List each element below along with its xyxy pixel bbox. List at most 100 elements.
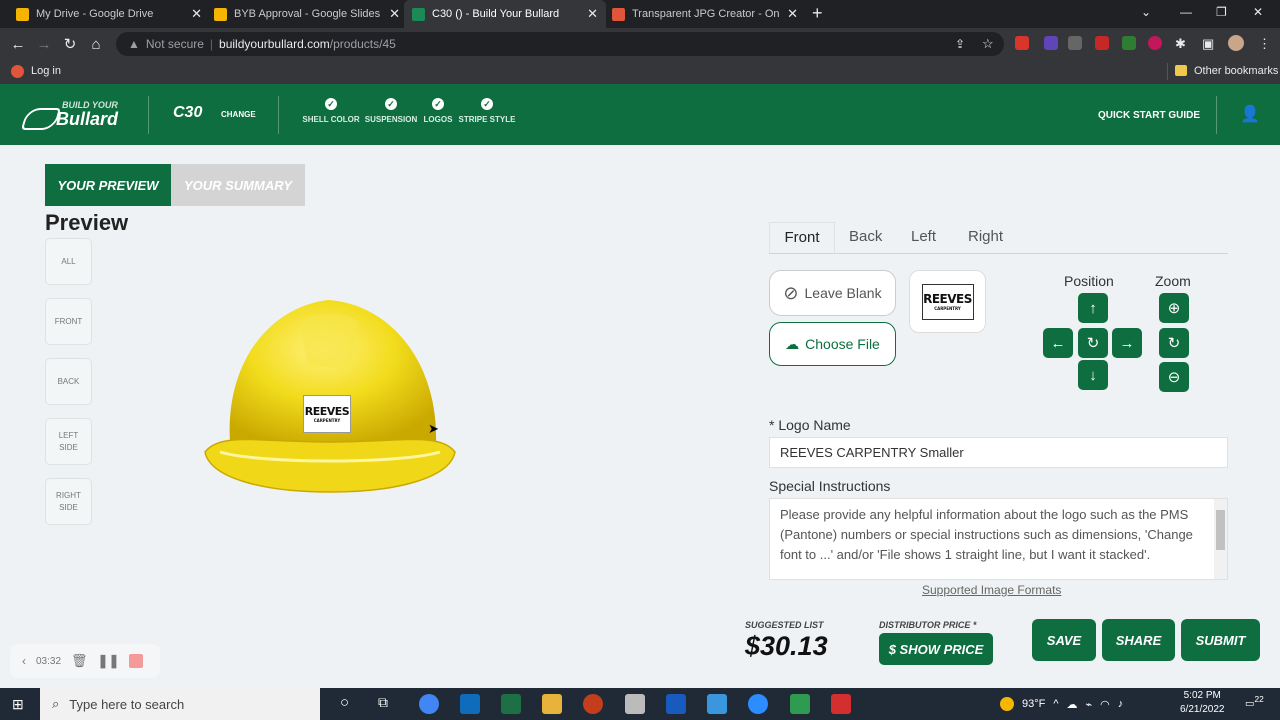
tab-left[interactable]: Left xyxy=(911,228,936,245)
extension-icon[interactable] xyxy=(1122,36,1136,50)
change-model-link[interactable]: CHANGE xyxy=(221,110,256,119)
bookmark-login[interactable]: Log in xyxy=(31,65,61,77)
zoom-app-icon[interactable] xyxy=(748,694,768,714)
new-tab-button[interactable]: + xyxy=(812,3,823,24)
leave-blank-button[interactable]: ⊘ Leave Blank xyxy=(769,270,896,316)
tab-back[interactable]: Back xyxy=(849,228,882,245)
reset-position-button[interactable]: ↻ xyxy=(1078,328,1108,358)
puzzle-icon[interactable]: ✱ xyxy=(1175,36,1186,52)
close-icon[interactable]: ✕ xyxy=(389,6,400,22)
browser-tab[interactable]: My Drive - Google Drive ✕ xyxy=(8,0,210,28)
logo-thumbnail[interactable]: REEVES CARPENTRY xyxy=(909,270,986,333)
cortana-icon[interactable]: ○ xyxy=(340,694,349,711)
windows-start-icon[interactable]: ⊞ xyxy=(12,696,24,713)
scrollbar-thumb[interactable] xyxy=(1216,510,1225,550)
address-bar[interactable]: ▲ Not secure | buildyourbullard.com/prod… xyxy=(116,32,1004,56)
pause-icon[interactable]: ❚❚ xyxy=(98,653,120,669)
bookmark-other[interactable]: Other bookmarks xyxy=(1194,65,1278,77)
tab-right[interactable]: Right xyxy=(968,228,1003,245)
step-suspension[interactable]: ✓ SUSPENSION xyxy=(363,98,419,124)
quick-start-guide-link[interactable]: QUICK START GUIDE xyxy=(1098,110,1200,121)
avatar[interactable] xyxy=(1228,35,1244,51)
move-up-button[interactable]: ↑ xyxy=(1078,293,1108,323)
step-logos[interactable]: ✓ LOGOS xyxy=(422,98,454,124)
tab-search-icon[interactable]: ⌄ xyxy=(1141,5,1151,19)
forward-icon[interactable]: → xyxy=(31,36,57,53)
excel-icon[interactable] xyxy=(501,694,521,714)
paint-icon[interactable] xyxy=(625,694,645,714)
step-shell-color[interactable]: ✓ SHELL COLOR xyxy=(302,98,360,124)
extension-icon[interactable] xyxy=(1148,36,1162,50)
move-right-button[interactable]: → xyxy=(1112,328,1142,358)
home-icon[interactable]: ⌂ xyxy=(83,36,109,53)
app-icon[interactable] xyxy=(790,694,810,714)
cloud-icon[interactable]: ☁ xyxy=(1067,698,1078,711)
close-icon[interactable]: ✕ xyxy=(787,6,798,22)
task-view-icon[interactable]: ⧉ xyxy=(378,694,388,711)
tab-your-summary[interactable]: YOUR SUMMARY xyxy=(171,164,305,206)
move-down-button[interactable]: ↓ xyxy=(1078,360,1108,390)
view-left-side-button[interactable]: LEFT SIDE xyxy=(45,418,92,465)
google-drive-icon xyxy=(16,7,29,21)
extension-icon[interactable] xyxy=(1015,36,1029,50)
reset-zoom-button[interactable]: ↻ xyxy=(1159,328,1189,358)
share-button[interactable]: SHARE xyxy=(1102,619,1175,661)
volume-icon[interactable]: ♪ xyxy=(1118,698,1124,710)
show-price-button[interactable]: $ SHOW PRICE xyxy=(879,633,993,665)
supported-formats-link[interactable]: Supported Image Formats xyxy=(922,583,1061,597)
outlook-icon[interactable] xyxy=(460,694,480,714)
chrome-icon[interactable] xyxy=(419,694,439,714)
sidebar-icon[interactable]: ▣ xyxy=(1202,36,1214,52)
acrobat-icon[interactable] xyxy=(831,694,851,714)
extension-icon[interactable] xyxy=(1044,36,1058,50)
choose-file-button[interactable]: ☁ Choose File xyxy=(769,322,896,366)
bullard-logo[interactable]: BUILD YOUR Bullard xyxy=(21,100,124,132)
taskbar-clock[interactable]: 5:02 PM 6/21/2022 xyxy=(1180,689,1225,717)
file-explorer-icon[interactable] xyxy=(542,694,562,714)
minimize-icon[interactable]: — xyxy=(1180,5,1192,19)
stop-icon[interactable] xyxy=(129,654,144,668)
move-left-button[interactable]: ← xyxy=(1043,328,1073,358)
share-icon[interactable]: ⇪ xyxy=(955,37,965,51)
close-window-icon[interactable]: ✕ xyxy=(1253,5,1263,19)
chevron-left-icon[interactable]: ‹ xyxy=(22,654,26,668)
chevron-up-icon[interactable]: ^ xyxy=(1053,698,1058,710)
browser-tab[interactable]: BYB Approval - Google Slides ✕ xyxy=(206,0,408,28)
app-icon[interactable] xyxy=(707,694,727,714)
zoom-out-button[interactable]: ⊖ xyxy=(1159,362,1189,392)
view-all-button[interactable]: ALL xyxy=(45,238,92,285)
maximize-icon[interactable]: ❐ xyxy=(1216,5,1227,19)
back-icon[interactable]: ← xyxy=(5,36,31,53)
view-back-button[interactable]: BACK xyxy=(45,358,92,405)
powerpoint-icon[interactable] xyxy=(583,694,603,714)
submit-button[interactable]: SUBMIT xyxy=(1181,619,1260,661)
zoom-in-icon: ⊕ xyxy=(1167,300,1181,317)
extension-icon[interactable] xyxy=(1095,36,1109,50)
view-front-button[interactable]: FRONT xyxy=(45,298,92,345)
close-icon[interactable]: ✕ xyxy=(587,6,598,22)
view-right-side-button[interactable]: RIGHT SIDE xyxy=(45,478,92,525)
weather-icon[interactable] xyxy=(1000,697,1014,711)
step-stripe-style[interactable]: ✓ STRIPE STYLE xyxy=(457,98,517,124)
account-icon[interactable]: 👤 xyxy=(1240,104,1260,124)
trash-icon[interactable]: 🗑 xyxy=(71,653,88,669)
extension-icon[interactable] xyxy=(1068,36,1082,50)
menu-icon[interactable]: ⋮ xyxy=(1258,36,1271,52)
bookmark-star-icon[interactable]: ☆ xyxy=(982,36,994,52)
special-instructions-textarea[interactable]: Please provide any helpful information a… xyxy=(769,498,1228,580)
save-button[interactable]: SAVE xyxy=(1032,619,1096,661)
leave-blank-label: Leave Blank xyxy=(804,285,882,301)
taskbar-search[interactable]: ⌕ Type here to search xyxy=(40,688,320,720)
browser-tab[interactable]: Transparent JPG Creator - Online ✕ xyxy=(604,0,806,28)
wifi-icon[interactable]: ◠ xyxy=(1100,698,1110,711)
network-icon[interactable]: ⌁ xyxy=(1086,698,1093,711)
tab-front[interactable]: Front xyxy=(769,222,835,254)
notifications-icon[interactable]: ▭22 xyxy=(1245,694,1264,709)
word-icon[interactable] xyxy=(666,694,686,714)
close-icon[interactable]: ✕ xyxy=(191,6,202,22)
reload-icon[interactable]: ↻ xyxy=(57,35,83,53)
logo-name-input[interactable]: REEVES CARPENTRY Smaller xyxy=(769,437,1228,468)
zoom-in-button[interactable]: ⊕ xyxy=(1159,293,1189,323)
browser-tab-active[interactable]: C30 () - Build Your Bullard ✕ xyxy=(404,0,606,28)
tab-your-preview[interactable]: YOUR PREVIEW xyxy=(45,164,171,206)
